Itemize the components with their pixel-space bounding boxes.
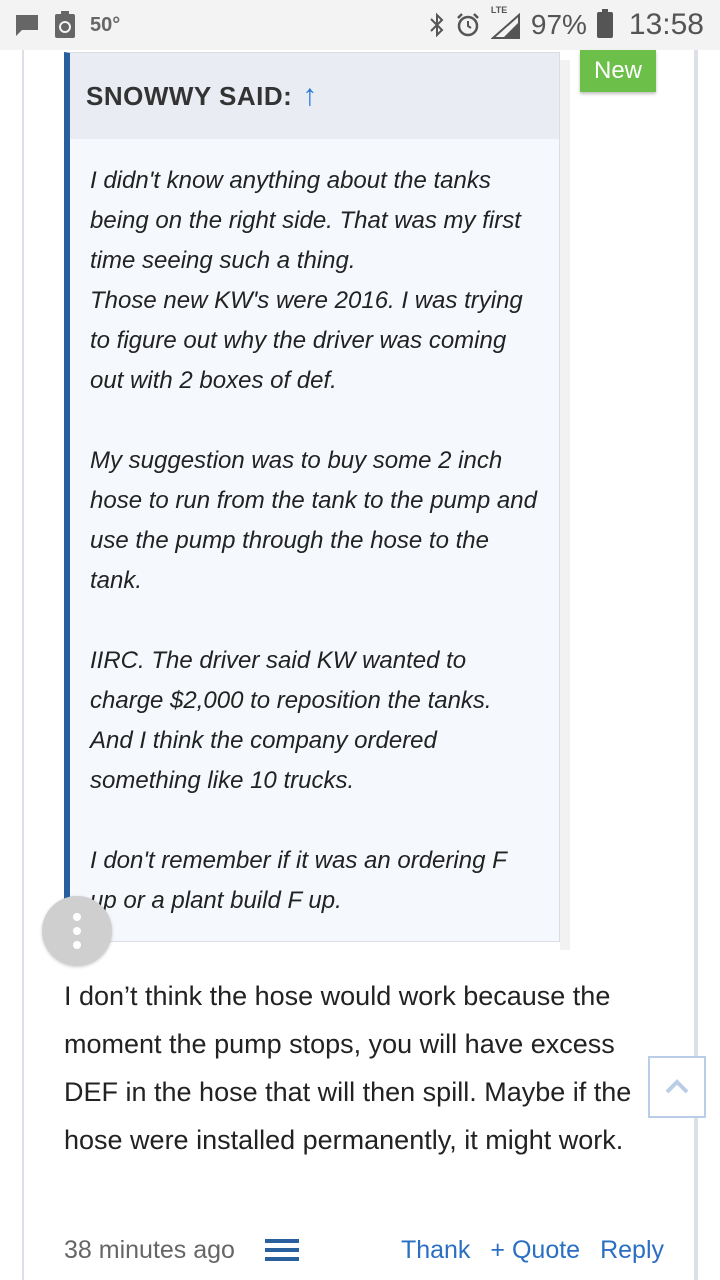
chevron-up-icon (665, 1079, 689, 1094)
thank-link[interactable]: Thank (401, 1236, 470, 1265)
floating-menu-button[interactable] (42, 896, 112, 966)
battery-percent: 97% (530, 9, 587, 40)
quote-author: SNOWWY SAID: (86, 80, 293, 111)
quote-paragraph: My suggestion was to buy some 2 inch hos… (90, 447, 537, 594)
quote-paragraph: I didn't know anything about the tanks b… (90, 167, 523, 394)
recycle-icon (55, 11, 75, 38)
status-bar: 50° LTE 97% 13:58 (0, 0, 720, 50)
bluetooth-icon (430, 12, 444, 38)
message-icon (16, 15, 38, 36)
quote-link[interactable]: + Quote (490, 1236, 580, 1265)
quote-block: SNOWWY SAID: ↑ I didn't know anything ab… (64, 52, 560, 942)
page-frame-left (22, 50, 24, 1280)
post-actions: Thank + Quote Reply (401, 1236, 664, 1265)
post-menu-icon[interactable] (264, 1239, 299, 1261)
quote-paragraph: IIRC. The driver said KW wanted to charg… (90, 647, 492, 794)
alarm-icon (456, 13, 479, 37)
battery-icon (596, 9, 613, 38)
post-text: I don’t think the hose would work becaus… (64, 981, 632, 1155)
post-footer: 38 minutes ago Thank + Quote Reply (64, 1226, 664, 1274)
jump-to-quote-icon[interactable]: ↑ (302, 79, 318, 113)
signal-icon: LTE (490, 5, 521, 39)
new-badge: New (580, 50, 656, 92)
post-timestamp[interactable]: 38 minutes ago (64, 1236, 235, 1265)
scroll-to-top-button[interactable] (648, 1056, 706, 1118)
quote-header[interactable]: SNOWWY SAID: ↑ (70, 53, 559, 139)
quote-shadow (560, 60, 570, 950)
temperature: 50° (90, 13, 121, 36)
quote-body: I didn't know anything about the tanks b… (70, 139, 559, 921)
clock: 13:58 (628, 8, 704, 41)
more-vertical-icon (73, 910, 81, 952)
quote-paragraph: I don't remember if it was an ordering F… (90, 847, 507, 914)
reply-link[interactable]: Reply (600, 1236, 664, 1265)
